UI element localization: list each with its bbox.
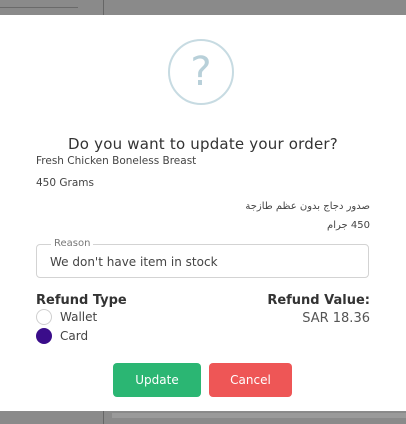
update-order-dialog: ? Do you want to update your order? Fres… xyxy=(0,15,406,411)
reason-field[interactable]: Reason We don't have item in stock xyxy=(36,238,369,278)
question-mark-glyph: ? xyxy=(190,49,212,95)
question-mark-icon: ? xyxy=(168,39,234,105)
refund-value-amount: SAR 18.36 xyxy=(302,311,370,326)
background-divider xyxy=(103,0,104,16)
product-qty-ar: 450 جرام xyxy=(327,220,370,231)
background-header-strip xyxy=(0,0,406,16)
refund-option-wallet[interactable]: Wallet xyxy=(36,309,97,325)
background-scrollbar xyxy=(112,413,406,418)
dialog-title: Do you want to update your order? xyxy=(68,135,338,153)
refund-type-label: Refund Type xyxy=(36,293,127,308)
cancel-button[interactable]: Cancel xyxy=(209,363,292,397)
refund-value-label: Refund Value: xyxy=(267,293,370,308)
background-footer-strip xyxy=(0,411,406,424)
refund-option-card[interactable]: Card xyxy=(36,328,88,344)
background-divider xyxy=(103,411,104,424)
product-qty-en: 450 Grams xyxy=(36,177,94,189)
product-name-en: Fresh Chicken Boneless Breast xyxy=(36,155,197,167)
card-radio[interactable] xyxy=(36,328,52,344)
wallet-radio[interactable] xyxy=(36,309,52,325)
product-name-ar: صدور دجاج بدون عظم طازجة xyxy=(245,201,370,212)
reason-value[interactable]: We don't have item in stock xyxy=(50,255,218,269)
background-divider xyxy=(0,7,78,8)
card-radio-label[interactable]: Card xyxy=(60,329,88,343)
reason-label: Reason xyxy=(51,238,94,249)
update-button[interactable]: Update xyxy=(113,363,201,397)
wallet-radio-label[interactable]: Wallet xyxy=(60,310,97,324)
